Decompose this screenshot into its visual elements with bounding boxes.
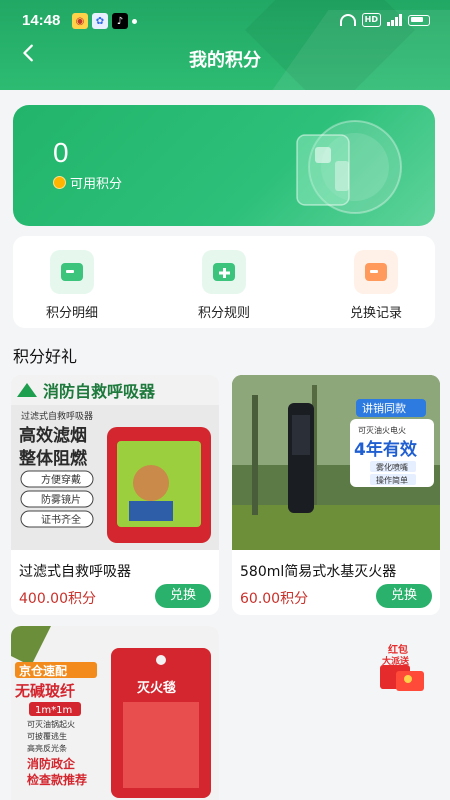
notification-app-icon: ✿	[92, 13, 108, 29]
product-name: 580ml简易式水基灭火器	[240, 564, 397, 580]
exchange-button[interactable]: 兑换	[376, 584, 432, 608]
product-badge-main: 4年有效	[354, 439, 417, 460]
status-app-icons: ◉ ✿ ♪	[72, 13, 137, 29]
product-label: 灭火毯	[136, 680, 176, 696]
list-icon	[50, 250, 94, 294]
red-packet-badge[interactable]: 红包 大派送	[378, 641, 430, 693]
product-tag: 检查款推荐	[27, 772, 87, 787]
product-image: 讲销同款 可灭油火电火 4年有效 雾化喷嘴 操作简单	[232, 375, 440, 550]
battery-icon	[408, 14, 430, 26]
product-tag: 操作简单	[376, 475, 408, 485]
product-size: 1m*1m	[35, 705, 72, 716]
product-line1: 京仓速配	[19, 663, 67, 678]
points-card: 0 可用积分	[13, 105, 435, 226]
plus-icon	[202, 250, 246, 294]
product-image: 京仓速配 无碱玻纤 1m*1m 可灭油锅起火 可披覆逃生 高亮反光条 消防政企 …	[11, 626, 219, 800]
notification-app-icon: ◉	[72, 13, 88, 29]
menu-item-points-detail[interactable]: 积分明细	[17, 250, 127, 321]
coin-icon	[53, 176, 66, 189]
product-note: 高亮反光条	[27, 743, 67, 753]
product-card[interactable]: 消防自救呼吸器 过滤式自救呼吸器 高效滤烟 整体阻燃 方便穿戴 防雾镜片 证书齐…	[11, 375, 219, 615]
product-tag: 方便穿戴	[41, 473, 81, 486]
badge-line2: 大派送	[382, 655, 410, 667]
product-image: 消防自救呼吸器 过滤式自救呼吸器 高效滤烟 整体阻燃 方便穿戴 防雾镜片 证书齐…	[11, 375, 219, 550]
product-tag: 防雾镜片	[41, 493, 81, 506]
section-title: 积分好礼	[13, 347, 78, 366]
product-tag: 消防政企	[27, 756, 76, 771]
wifi-icon	[339, 14, 356, 26]
product-sub-text: 过滤式自救呼吸器	[21, 410, 93, 422]
product-badge-top: 讲销同款	[362, 401, 406, 415]
badge-line1: 红包	[388, 643, 408, 656]
menu-item-exchange-record[interactable]: 兑换记录	[321, 250, 431, 321]
points-label-row: 可用积分	[53, 173, 122, 192]
tiktok-icon: ♪	[112, 13, 128, 29]
menu-label: 积分明细	[45, 306, 98, 321]
signal-icon	[387, 14, 402, 26]
product-note: 可灭油锅起火	[27, 719, 75, 729]
product-badge-sub: 可灭油火电火	[358, 425, 406, 435]
product-line1: 高效滤烟	[19, 425, 87, 446]
card-decoration-icon	[296, 120, 402, 214]
page-title: 我的积分	[189, 50, 261, 71]
status-time: 14:48	[22, 12, 61, 29]
product-line2: 整体阻燃	[19, 448, 88, 469]
product-card[interactable]: 京仓速配 无碱玻纤 1m*1m 可灭油锅起火 可披覆逃生 高亮反光条 消防政企 …	[11, 626, 219, 800]
product-banner-text: 消防自救呼吸器	[43, 382, 156, 401]
product-price: 400.00积分	[19, 591, 96, 607]
product-price: 60.00积分	[240, 591, 309, 607]
points-value: 0	[53, 137, 69, 168]
exchange-button[interactable]: 兑换	[155, 584, 211, 608]
status-indicators: HD	[339, 13, 430, 27]
product-card[interactable]: 讲销同款 可灭油火电火 4年有效 雾化喷嘴 操作简单 580ml简易式水基灭火器…	[232, 375, 440, 615]
more-notifications-icon	[132, 19, 137, 24]
record-icon	[354, 250, 398, 294]
product-note: 可披覆逃生	[27, 731, 67, 741]
status-bar: 14:48 ◉ ✿ ♪ HD	[0, 0, 450, 42]
product-tag: 雾化喷嘴	[376, 462, 408, 472]
menu-item-points-rules[interactable]: 积分规则	[169, 250, 279, 321]
points-label: 可用积分	[70, 177, 123, 192]
product-line2: 无碱玻纤	[14, 682, 75, 700]
menu-label: 兑换记录	[349, 306, 402, 321]
product-tag: 证书齐全	[41, 513, 81, 526]
product-name: 过滤式自救呼吸器	[19, 564, 131, 580]
menu-label: 积分规则	[197, 306, 250, 321]
hd-icon: HD	[361, 13, 381, 27]
points-menu: 积分明细 积分规则 兑换记录	[13, 236, 435, 328]
